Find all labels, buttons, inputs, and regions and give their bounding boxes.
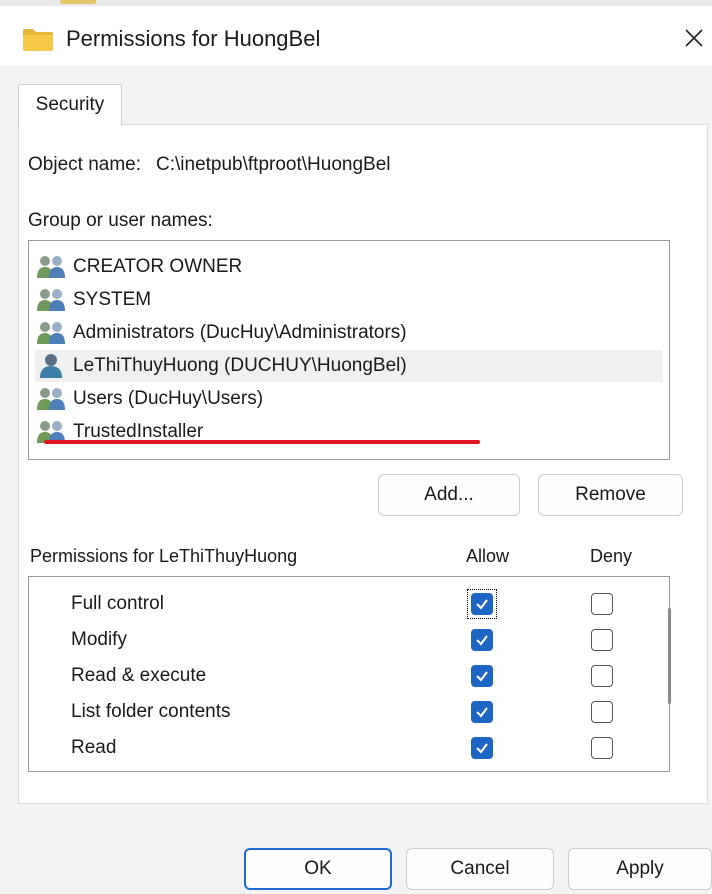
deny-checkbox[interactable] bbox=[591, 629, 613, 651]
group-users-icon bbox=[37, 388, 65, 410]
ok-button[interactable]: OK bbox=[244, 848, 392, 890]
allow-checkbox[interactable] bbox=[471, 665, 493, 687]
deny-checkbox[interactable] bbox=[591, 737, 613, 759]
allow-checkbox[interactable] bbox=[471, 629, 493, 651]
allow-checkbox[interactable] bbox=[471, 593, 493, 615]
permission-name: Modify bbox=[71, 629, 127, 650]
group-users-icon bbox=[37, 289, 65, 311]
user-item-creator-owner[interactable]: CREATOR OWNER bbox=[35, 251, 663, 283]
permission-row-read: Read bbox=[29, 731, 629, 767]
permissions-for-label: Permissions for LeThiThuyHuong bbox=[30, 546, 298, 566]
checkmark-icon bbox=[476, 707, 488, 718]
dialog-body: Security Object name: C:\inetpub\ftproot… bbox=[0, 66, 712, 894]
object-name-label: Object name: bbox=[28, 154, 141, 175]
permission-row-full-control: Full control bbox=[29, 587, 629, 623]
red-underline-annotation bbox=[44, 440, 480, 444]
user-item-label: CREATOR OWNER bbox=[73, 256, 243, 277]
user-item-system[interactable]: SYSTEM bbox=[35, 284, 663, 316]
folder-icon bbox=[23, 29, 53, 51]
permission-row-list-folder-contents: List folder contents bbox=[29, 695, 629, 731]
permission-row-partial bbox=[29, 767, 629, 771]
deny-checkbox[interactable] bbox=[591, 701, 613, 723]
user-item-label: Users (DucHuy\Users) bbox=[73, 388, 264, 409]
tab-security[interactable]: Security bbox=[18, 84, 122, 126]
single-user-icon bbox=[40, 354, 62, 378]
user-list[interactable]: CREATOR OWNER SYSTEM Administrators (Duc… bbox=[28, 240, 670, 460]
checkmark-icon bbox=[476, 635, 488, 646]
permission-row-modify: Modify bbox=[29, 623, 629, 659]
user-item-administrators[interactable]: Administrators (DucHuy\Administrators) bbox=[35, 317, 663, 349]
close-button[interactable] bbox=[676, 20, 712, 56]
deny-column-header: Deny bbox=[590, 546, 633, 566]
permissions-scrollbar-thumb[interactable] bbox=[668, 608, 671, 704]
title-bar: Permissions for HuongBel bbox=[0, 6, 712, 66]
user-item-label: LeThiThuyHuong (DUCHUY\HuongBel) bbox=[73, 355, 407, 376]
group-users-icon bbox=[37, 322, 65, 344]
allow-checkbox[interactable] bbox=[471, 701, 493, 723]
user-item-lethithuyhuong[interactable]: LeThiThuyHuong (DUCHUY\HuongBel) bbox=[35, 350, 663, 382]
background-folder-fragment bbox=[60, 0, 96, 4]
permission-name: Read & execute bbox=[71, 665, 207, 686]
object-name-value: C:\inetpub\ftproot\HuongBel bbox=[156, 154, 391, 175]
checkmark-icon bbox=[476, 743, 488, 754]
user-item-label: SYSTEM bbox=[73, 289, 152, 310]
permission-name: Read bbox=[71, 737, 117, 758]
group-users-icon bbox=[37, 256, 65, 278]
cancel-button[interactable]: Cancel bbox=[406, 848, 554, 890]
checkmark-icon bbox=[476, 671, 488, 682]
deny-checkbox[interactable] bbox=[591, 665, 613, 687]
checkmark-icon bbox=[476, 599, 488, 610]
permission-name: Full control bbox=[71, 593, 164, 614]
permission-row-read-execute: Read & execute bbox=[29, 659, 629, 695]
allow-column-header: Allow bbox=[466, 546, 510, 566]
deny-checkbox[interactable] bbox=[591, 593, 613, 615]
permissions-list[interactable]: Full control Modify Read & execute List … bbox=[28, 576, 670, 772]
group-or-user-names-label: Group or user names: bbox=[28, 210, 213, 231]
allow-checkbox[interactable] bbox=[471, 737, 493, 759]
close-icon bbox=[685, 29, 703, 47]
user-item-label: Administrators (DucHuy\Administrators) bbox=[73, 322, 407, 343]
permission-name: List folder contents bbox=[71, 701, 231, 722]
add-button[interactable]: Add... bbox=[378, 474, 520, 516]
remove-button[interactable]: Remove bbox=[538, 474, 683, 516]
window-title: Permissions for HuongBel bbox=[66, 26, 321, 51]
apply-button[interactable]: Apply bbox=[568, 848, 712, 890]
user-item-users[interactable]: Users (DucHuy\Users) bbox=[35, 383, 663, 415]
